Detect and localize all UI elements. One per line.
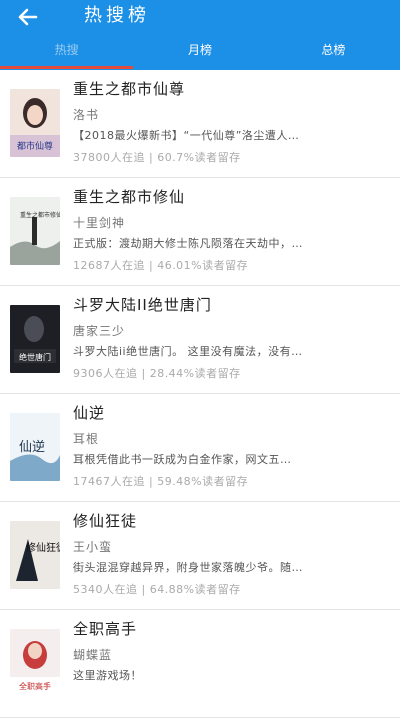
book-cover: 仙逆	[10, 413, 60, 481]
book-list-item[interactable]: 都市仙尊 重生之都市仙尊 洛书 【2018最火爆新书】“一代仙尊”洛尘遭人… 3…	[0, 70, 400, 178]
book-author: 十里剑神	[73, 216, 126, 230]
book-author: 唐家三少	[73, 324, 126, 338]
book-author: 耳根	[73, 432, 100, 446]
arrow-left-icon[interactable]	[14, 4, 44, 30]
book-description: 耳根凭借此书一跃成为白金作家，网文五…	[73, 453, 292, 466]
page-title: 热搜榜	[84, 5, 150, 26]
tab-monthly[interactable]: 月榜	[133, 38, 266, 66]
book-cover: 重生之都市修仙	[10, 197, 60, 265]
book-list-item[interactable]: 仙逆 仙逆 耳根 耳根凭借此书一跃成为白金作家，网文五… 17467人在追 | …	[0, 394, 400, 502]
book-stats: 5340人在追 | 64.88%读者留存	[73, 583, 241, 596]
book-title: 重生之都市修仙	[73, 188, 186, 206]
book-description: 【2018最火爆新书】“一代仙尊”洛尘遭人…	[73, 129, 300, 142]
cover-title-text: 仙逆	[19, 439, 45, 455]
tab-overall[interactable]: 总榜	[267, 38, 400, 66]
book-title: 仙逆	[73, 404, 106, 422]
book-list-item[interactable]: 全职高手 全职高手 蝴蝶蓝 这里游戏场！	[0, 610, 400, 718]
book-list: 都市仙尊 重生之都市仙尊 洛书 【2018最火爆新书】“一代仙尊”洛尘遭人… 3…	[0, 70, 400, 718]
book-title: 重生之都市仙尊	[73, 80, 186, 98]
book-cover: 都市仙尊	[10, 89, 60, 157]
book-list-item[interactable]: 重生之都市修仙 重生之都市修仙 十里剑神 正式版：渡劫期大修士陈凡陨落在天劫中，…	[0, 178, 400, 286]
book-title: 修仙狂徒	[73, 512, 138, 530]
book-stats: 17467人在追 | 59.48%读者留存	[73, 475, 249, 488]
cover-title-text: 修仙狂徒	[26, 541, 60, 554]
tab-bar: 热搜 月榜 总榜	[0, 38, 400, 66]
book-description: 斗罗大陆ii绝世唐门。 这里没有魔法，没有…	[73, 345, 303, 358]
book-list-item[interactable]: 绝世唐门 斗罗大陆II绝世唐门 唐家三少 斗罗大陆ii绝世唐门。 这里没有魔法，…	[0, 286, 400, 394]
book-description: 正式版：渡劫期大修士陈凡陨落在天劫中，…	[73, 237, 303, 250]
book-title: 斗罗大陆II绝世唐门	[73, 296, 212, 314]
book-title: 全职高手	[73, 620, 138, 638]
book-author: 洛书	[73, 108, 100, 122]
cover-title-text: 全职高手	[19, 681, 51, 691]
book-cover: 绝世唐门	[10, 305, 60, 373]
top-bar: 热搜榜 热搜 月榜 总榜	[0, 0, 400, 70]
book-cover: 修仙狂徒	[10, 521, 60, 589]
book-stats: 9306人在追 | 28.44%读者留存	[73, 367, 241, 380]
cover-title-text: 都市仙尊	[17, 140, 53, 152]
book-stats: 37800人在追 | 60.7%读者留存	[73, 151, 241, 164]
book-author: 蝴蝶蓝	[73, 648, 113, 662]
cover-title-text: 绝世唐门	[19, 352, 51, 362]
cover-title-text: 重生之都市修仙	[20, 211, 60, 219]
book-description: 这里游戏场！	[73, 669, 142, 682]
active-tab-indicator	[0, 66, 133, 69]
book-stats: 12687人在追 | 46.01%读者留存	[73, 259, 249, 272]
book-description: 街头混混穿越异界，附身世家落魄少爷。随…	[73, 561, 303, 574]
book-author: 王小蛮	[73, 540, 113, 554]
book-list-item[interactable]: 修仙狂徒 修仙狂徒 王小蛮 街头混混穿越异界，附身世家落魄少爷。随… 5340人…	[0, 502, 400, 610]
book-cover: 全职高手	[10, 629, 60, 697]
tab-hot-search[interactable]: 热搜	[0, 38, 133, 66]
